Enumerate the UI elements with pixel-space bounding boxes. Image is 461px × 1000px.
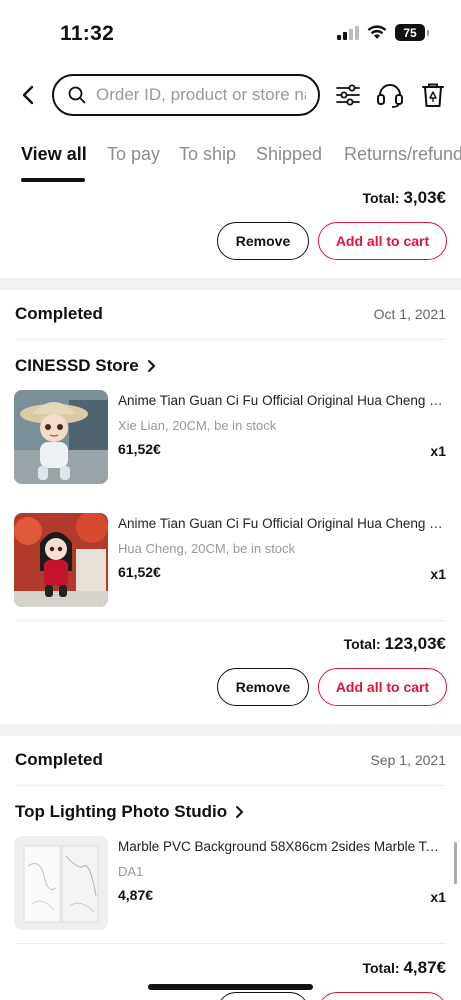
- divider: [15, 785, 446, 786]
- order-total: Total: 3,03€: [362, 188, 446, 207]
- product-title[interactable]: Anime Tian Guan Ci Fu Official Original …: [118, 516, 446, 531]
- order-status: Completed: [15, 304, 103, 323]
- section-separator: [0, 278, 461, 290]
- product-price: 61,52€: [118, 441, 161, 457]
- product-variant: Xie Lian, 20CM, be in stock: [118, 418, 277, 433]
- search-icon: [68, 86, 86, 104]
- chevron-right-icon: [236, 806, 244, 818]
- order-total: Total: 123,03€: [343, 634, 446, 653]
- product-quantity: x1: [430, 443, 446, 459]
- product-title[interactable]: Anime Tian Guan Ci Fu Official Original …: [118, 393, 446, 408]
- order-status: Completed: [15, 750, 103, 769]
- tab-to-ship[interactable]: To ship: [179, 144, 236, 165]
- battery-icon: 75: [395, 24, 429, 41]
- product-price: 4,87€: [118, 887, 154, 903]
- product-variant: Hua Cheng, 20CM, be in stock: [118, 541, 296, 556]
- search-input[interactable]: [96, 85, 306, 105]
- marble-backdrop-image-icon: [14, 836, 108, 930]
- doll-image-icon: [14, 513, 108, 607]
- add-all-to-cart-button[interactable]: Add all to cart: [318, 222, 447, 260]
- order-tabs: View all To pay To ship Shipped Returns/…: [0, 138, 461, 188]
- home-indicator[interactable]: [148, 984, 313, 990]
- remove-button[interactable]: Remove: [217, 668, 309, 706]
- add-all-to-cart-button-partial[interactable]: [318, 992, 447, 1000]
- product-variant: DA1: [118, 864, 144, 879]
- order-date: Sep 1, 2021: [370, 752, 446, 768]
- divider: [15, 339, 446, 340]
- filter-button[interactable]: [333, 80, 363, 110]
- store-name: Top Lighting Photo Studio: [15, 802, 228, 821]
- recycle-bin-button[interactable]: [418, 80, 448, 110]
- support-button[interactable]: [375, 80, 405, 110]
- remove-button[interactable]: Remove: [217, 222, 309, 260]
- active-tab-indicator: [21, 178, 85, 182]
- product-quantity: x1: [430, 889, 446, 905]
- trash-icon: [422, 83, 444, 107]
- tab-shipped[interactable]: Shipped: [256, 144, 322, 165]
- scrollbar[interactable]: [454, 842, 457, 884]
- product-quantity: x1: [430, 566, 446, 582]
- product-thumbnail[interactable]: [14, 836, 108, 930]
- back-chevron-icon: [22, 85, 34, 105]
- product-price: 61,52€: [118, 564, 161, 580]
- back-button[interactable]: [14, 80, 42, 110]
- tab-to-pay[interactable]: To pay: [107, 144, 160, 165]
- tab-view-all[interactable]: View all: [21, 144, 87, 165]
- divider: [15, 620, 446, 621]
- section-separator: [0, 724, 461, 736]
- wifi-icon: [367, 25, 387, 39]
- cellular-signal-icon: [337, 25, 359, 40]
- product-thumbnail[interactable]: [14, 390, 108, 484]
- doll-image-icon: [14, 390, 108, 484]
- tab-returns-refunds[interactable]: Returns/refunds: [344, 144, 461, 165]
- store-name: CINESSD Store: [15, 356, 139, 375]
- remove-button-partial[interactable]: [217, 992, 309, 1000]
- divider: [15, 943, 446, 944]
- order-date: Oct 1, 2021: [373, 306, 446, 322]
- headset-icon: [377, 84, 403, 108]
- header: [0, 70, 461, 120]
- search-box[interactable]: [52, 74, 320, 116]
- order-total: Total: 4,87€: [362, 958, 446, 977]
- status-bar: 11:32 75: [0, 0, 461, 60]
- status-icons: 75: [337, 24, 429, 41]
- status-time: 11:32: [60, 22, 115, 45]
- filter-sliders-icon: [336, 84, 360, 106]
- store-link[interactable]: Top Lighting Photo Studio: [15, 802, 244, 822]
- store-link[interactable]: CINESSD Store: [15, 356, 156, 376]
- product-title[interactable]: Marble PVC Background 58X86cm 2sides Mar…: [118, 839, 446, 854]
- add-all-to-cart-button[interactable]: Add all to cart: [318, 668, 447, 706]
- chevron-right-icon: [147, 360, 155, 372]
- product-thumbnail[interactable]: [14, 513, 108, 607]
